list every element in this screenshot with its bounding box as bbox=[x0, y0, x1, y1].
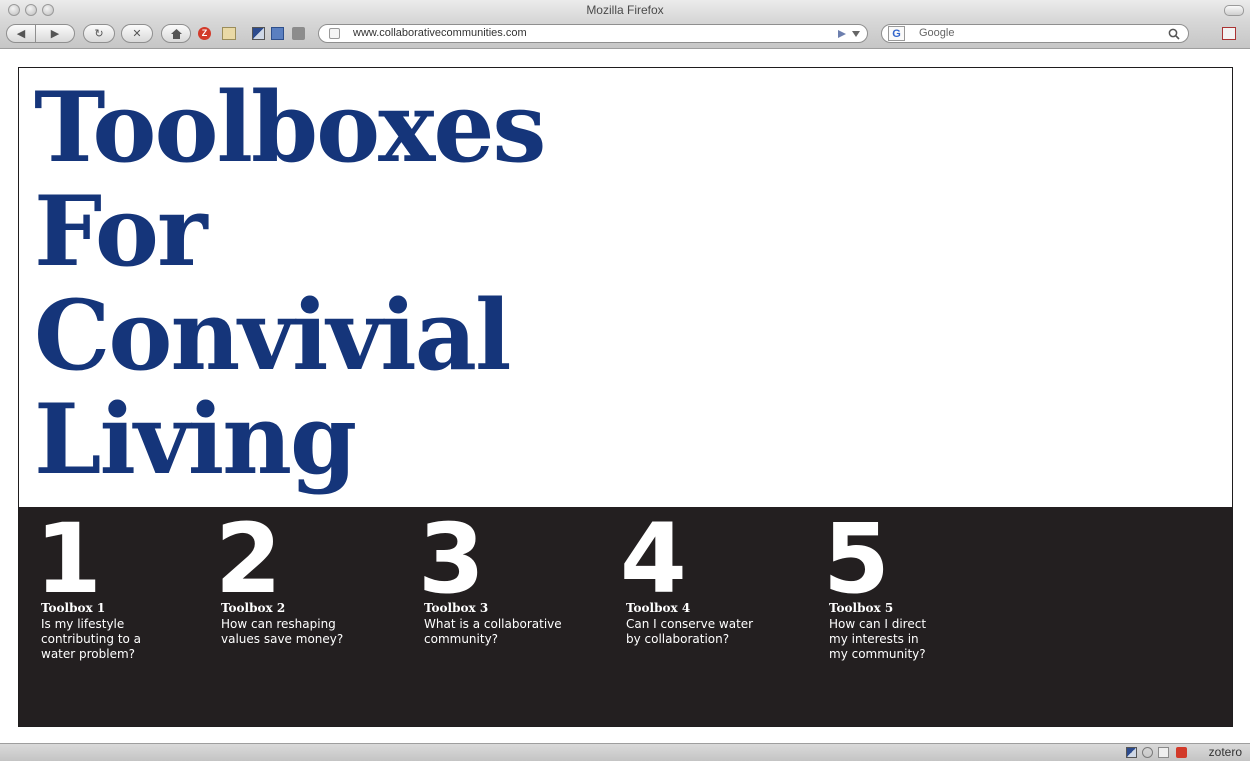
toolbox-number: 3 bbox=[418, 503, 485, 615]
stop-button[interactable]: ✕ bbox=[121, 24, 153, 43]
page-frame: Toolboxes For Convivial Living 1 Toolbox… bbox=[18, 67, 1233, 727]
window-icon[interactable] bbox=[271, 27, 284, 40]
search-icon[interactable] bbox=[1168, 28, 1180, 40]
screen-grab-icon[interactable] bbox=[252, 27, 265, 40]
go-arrow-icon[interactable] bbox=[837, 29, 847, 39]
search-bar[interactable]: G Google bbox=[881, 24, 1189, 43]
title-line: For bbox=[34, 175, 208, 288]
toolbox-question: Is my lifestyle contributing to a water … bbox=[41, 617, 142, 661]
zotero-status-icon[interactable] bbox=[1176, 747, 1187, 758]
toolbox-question: How can reshaping values save money? bbox=[221, 617, 344, 646]
toolbox-number: 2 bbox=[215, 503, 282, 615]
zotero-icon: Z bbox=[201, 28, 208, 38]
forward-icon: ▶ bbox=[50, 28, 60, 40]
toolbox-number: 5 bbox=[823, 503, 890, 615]
pdf-icon[interactable] bbox=[1222, 27, 1236, 40]
back-button[interactable]: ◀ bbox=[6, 24, 36, 43]
window-title: Mozilla Firefox bbox=[586, 3, 664, 17]
clipboard-icon[interactable] bbox=[292, 27, 305, 40]
toolbox-question: What is a collaborative community? bbox=[424, 617, 562, 646]
snowflake-icon[interactable] bbox=[1142, 747, 1153, 758]
chevron-down-icon[interactable] bbox=[852, 31, 860, 37]
title-line: Living bbox=[34, 383, 357, 496]
page-title: Toolboxes For Convivial Living bbox=[34, 71, 546, 496]
toolbox-title: Toolbox 3 bbox=[424, 601, 489, 615]
bookmark-icon[interactable] bbox=[222, 27, 236, 40]
address-url: www.collaborativecommunities.com bbox=[353, 27, 527, 39]
window-titlebar: Mozilla Firefox bbox=[0, 0, 1250, 20]
toolbox-title: Toolbox 1 bbox=[41, 601, 106, 615]
toolbox-question: How can I direct my interests in my comm… bbox=[829, 617, 927, 661]
back-icon: ◀ bbox=[16, 28, 26, 40]
stop-icon: ✕ bbox=[132, 28, 142, 40]
title-line: Toolboxes bbox=[34, 71, 546, 184]
toolbar-toggle-button[interactable] bbox=[1224, 5, 1244, 16]
search-input[interactable]: Google bbox=[919, 27, 954, 39]
toolbox-number: 4 bbox=[620, 503, 687, 615]
browser-content: Toolboxes For Convivial Living 1 Toolbox… bbox=[0, 49, 1250, 743]
toolbox-title: Toolbox 2 bbox=[221, 601, 286, 615]
mail-icon[interactable] bbox=[1158, 747, 1169, 758]
reload-icon: ↻ bbox=[94, 28, 104, 40]
toolbox-number: 1 bbox=[35, 503, 102, 615]
toolbox-title: Toolbox 5 bbox=[829, 601, 894, 615]
site-identity-icon[interactable] bbox=[329, 28, 340, 39]
home-icon bbox=[170, 28, 182, 39]
title-line: Convivial bbox=[34, 279, 511, 392]
status-bar: zotero bbox=[0, 743, 1250, 761]
forward-button[interactable]: ▶ bbox=[35, 24, 75, 43]
toolbox-title: Toolbox 4 bbox=[626, 601, 691, 615]
address-bar[interactable]: www.collaborativecommunities.com bbox=[318, 24, 868, 43]
screen-grab-status-icon[interactable] bbox=[1126, 747, 1137, 758]
toolbox-question: Can I conserve water by collaboration? bbox=[626, 617, 754, 646]
navigation-toolbar: ◀ ▶ ↻ ✕ Z www.collaborativecommunities.c… bbox=[0, 20, 1250, 49]
zotero-toolbar-button[interactable]: Z bbox=[198, 27, 211, 40]
home-button[interactable] bbox=[161, 24, 191, 43]
search-engine-icon[interactable]: G bbox=[888, 26, 905, 41]
reload-button[interactable]: ↻ bbox=[83, 24, 115, 43]
toolbox-panel: 1 Toolbox 1 Is my lifestyle contributing… bbox=[19, 503, 1232, 726]
zotero-label[interactable]: zotero bbox=[1209, 745, 1242, 759]
